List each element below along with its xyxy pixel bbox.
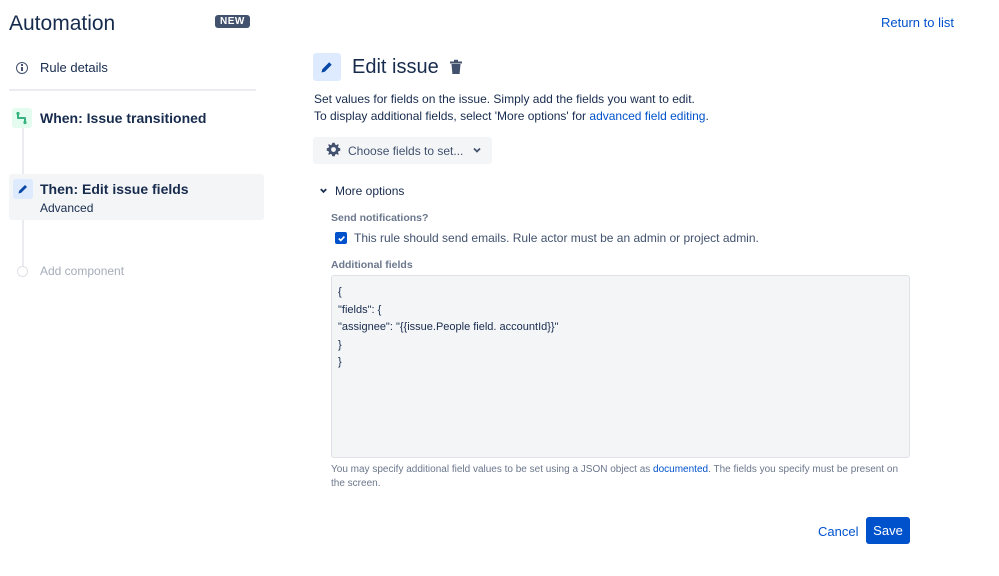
advanced-field-editing-link[interactable]: advanced field editing [589,109,705,123]
app-title: Automation [9,12,116,35]
choose-fields-label: Choose fields to set... [348,143,464,158]
help-text: You may specify additional field values … [331,463,911,491]
when-title: When: Issue transitioned [40,110,207,126]
sidebar-item-then-action[interactable]: Then: Edit issue fields Advanced [9,174,264,220]
choose-fields-button[interactable]: Choose fields to set... [313,137,492,164]
gear-icon [326,142,341,160]
send-emails-checkbox-row[interactable]: This rule should send emails. Rule actor… [335,231,759,245]
chevron-down-icon [319,184,328,198]
add-component-label: Add component [40,264,125,278]
description-suffix: . [705,109,709,123]
then-title: Then: Edit issue fields [40,181,189,197]
description-line-1: Set values for fields on the issue. Simp… [314,92,695,106]
rule-details-label: Rule details [40,60,108,75]
page-title: Edit issue [352,55,439,78]
description-line-2: To display additional fields, select 'Mo… [314,108,709,125]
info-icon [16,61,28,74]
then-subtitle: Advanced [40,201,94,215]
return-to-list-link[interactable]: Return to list [881,15,954,30]
new-badge: NEW [215,15,250,28]
save-button[interactable]: Save [866,517,910,544]
additional-fields-textarea[interactable]: { "fields": { "assignee": "{{issue.Peopl… [331,275,910,458]
add-component-dot-icon [17,265,28,277]
pencil-icon [13,179,33,199]
send-emails-text: This rule should send emails. Rule actor… [354,231,759,245]
additional-fields-label: Additional fields [331,259,413,271]
panel-description: Set values for fields on the issue. Simp… [314,91,709,125]
send-notifications-label: Send notifications? [331,212,429,224]
edit-issue-header: Edit issue [313,53,463,81]
more-options-label: More options [335,184,405,198]
trash-icon[interactable] [449,59,463,75]
sidebar-divider [9,89,256,91]
send-emails-checkbox[interactable] [335,232,347,244]
cancel-button[interactable]: Cancel [812,520,864,543]
transition-icon [12,108,32,128]
documented-link[interactable]: documented [653,464,708,475]
sidebar-item-when-trigger[interactable]: When: Issue transitioned [12,108,206,128]
sidebar-item-rule-details[interactable]: Rule details [16,60,108,75]
more-options-toggle[interactable]: More options [319,184,404,198]
description-prefix: To display additional fields, select 'Mo… [314,109,590,123]
help-prefix: You may specify additional field values … [331,464,654,475]
pencil-icon [313,53,341,81]
add-component-button[interactable]: Add component [17,264,124,278]
chevron-down-icon [472,144,482,158]
